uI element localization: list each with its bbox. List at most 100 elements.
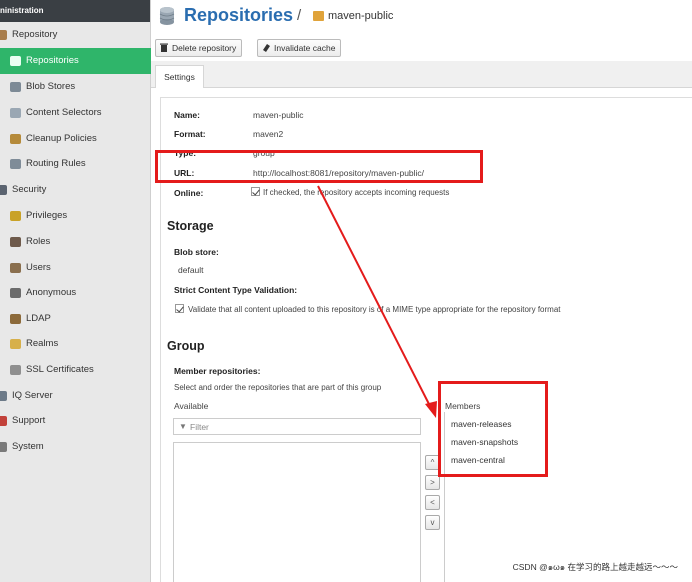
sidebar-item-label: Blob Stores [26,81,76,92]
watermark: CSDN @๑ω๑ 在学习的路上越走越远～～～ [512,560,678,574]
chevron-up-icon: ^ [430,458,435,467]
sidebar-item-repository[interactable]: Repository [0,22,151,48]
sidebar-item-label: Cleanup Policies [26,133,97,144]
sidebar-item-label: Repository [12,29,58,40]
sidebar-item-routing-rules[interactable]: Routing Rules [0,151,151,177]
routing-icon [10,159,21,169]
app-root: ninistration Repository Repositories Blob … [0,0,692,582]
main-content: Repositories / maven-public Delete repos… [151,0,692,582]
iq-server-icon [0,391,7,401]
delete-repository-button[interactable]: Delete repository [155,39,243,57]
support-icon [0,416,7,426]
badge-icon [10,211,21,221]
repository-icon [313,11,324,21]
invalidate-cache-button[interactable]: Invalidate cache [257,39,342,57]
sidebar-item-label: Realms [26,338,59,349]
admin-sidebar: ninistration Repository Repositories Blob … [0,0,151,582]
database-icon [159,7,175,25]
chevron-left-icon: < [430,498,435,507]
trash-icon [160,43,168,52]
users-icon [10,263,21,273]
members-annotation-box [438,381,548,477]
add-member-button[interactable]: > [425,475,440,490]
sidebar-item-label: Security [12,184,47,195]
sidebar-item-label: LDAP [26,313,51,324]
toolbar: Delete repository Invalidate cache [151,37,692,59]
format-label: Format: [174,129,206,139]
delete-repository-label: Delete repository [172,43,237,53]
sidebar-item-content-selectors[interactable]: Content Selectors [0,100,151,126]
available-list[interactable] [173,442,421,582]
sidebar-item-label: IQ Server [12,390,53,401]
sidebar-header: ninistration [0,0,150,22]
available-header: Available [174,401,209,411]
sidebar-item-system[interactable]: System [0,434,151,460]
database-icon [10,56,21,66]
chevron-right-icon: > [430,478,435,487]
sidebar-item-label: Support [12,415,46,426]
blob-store-label: Blob store: [174,247,219,257]
sidebar-item-label: Content Selectors [26,107,102,118]
strict-validation-label: Strict Content Type Validation: [174,285,298,295]
sidebar-item-ldap[interactable]: LDAP [0,306,151,332]
format-value: maven2 [253,129,284,139]
blob-store-value: default [178,265,204,275]
url-annotation-box [155,150,483,183]
online-label: Online: [174,188,204,198]
sidebar-item-label: SSL Certificates [26,364,94,375]
sidebar-item-roles[interactable]: Roles [0,229,151,255]
sidebar-item-repositories[interactable]: Repositories [0,48,151,74]
sidebar-item-realms[interactable]: Realms [0,331,151,357]
remove-member-button[interactable]: < [425,495,440,510]
page-header: Repositories / maven-public [151,0,692,37]
sidebar-item-privileges[interactable]: Privileges [0,203,151,229]
name-label: Name: [174,110,200,120]
storage-heading: Storage [167,219,214,233]
realm-icon [10,339,21,349]
sidebar-item-label: System [12,441,44,452]
member-repositories-label: Member repositories: [174,366,261,376]
name-value: maven-public [253,110,304,120]
group-heading: Group [167,339,205,353]
selector-icon [10,108,21,118]
online-help: If checked, the repository accepts incom… [263,188,450,197]
security-icon [0,185,7,195]
sidebar-item-label: Users [26,262,51,273]
certificate-icon [10,365,21,375]
sidebar-item-label: Routing Rules [26,158,86,169]
book-icon [10,314,21,324]
sidebar-item-support[interactable]: Support [0,408,151,434]
eraser-icon [263,44,270,52]
tab-bar: Settings [151,61,692,88]
strict-validation-help: Validate that all content uploaded to th… [188,305,561,314]
filter-input[interactable]: ▼ Filter [173,418,421,435]
breadcrumb-separator: / [297,7,302,24]
tab-settings[interactable]: Settings [155,65,204,88]
page-title: Repositories [184,5,294,25]
sidebar-item-users[interactable]: Users [0,255,151,281]
move-down-button[interactable]: v [425,515,440,530]
sidebar-item-anonymous[interactable]: Anonymous [0,280,151,306]
broom-icon [10,134,21,144]
role-icon [10,237,21,247]
sidebar-item-ssl-certificates[interactable]: SSL Certificates [0,357,151,383]
filter-placeholder: Filter [190,422,209,432]
sidebar-item-cleanup-policies[interactable]: Cleanup Policies [0,126,151,152]
member-repositories-help: Select and order the repositories that a… [174,383,382,392]
sidebar-item-label: Privileges [26,210,68,221]
sidebar-item-blob-stores[interactable]: Blob Stores [0,74,151,100]
folder-icon [0,30,7,40]
online-checkbox[interactable] [251,187,260,196]
strict-validation-checkbox[interactable] [175,304,184,313]
blobstore-icon [10,82,21,92]
invalidate-cache-label: Invalidate cache [274,43,336,53]
gear-icon [0,442,7,452]
sidebar-item-label: Anonymous [26,287,77,298]
breadcrumb-current[interactable]: maven-public [328,10,393,22]
sidebar-item-iq-server[interactable]: IQ Server [0,383,151,409]
chevron-down-icon: v [430,518,435,527]
user-icon [10,288,21,298]
sidebar-item-security[interactable]: Security [0,177,151,203]
filter-icon: ▼ [179,422,187,431]
sidebar-item-label: Roles [26,236,51,247]
